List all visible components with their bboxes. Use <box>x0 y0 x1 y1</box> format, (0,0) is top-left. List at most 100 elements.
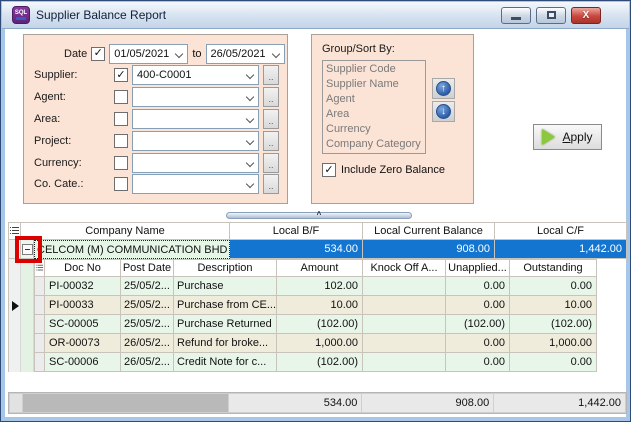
description-cell[interactable]: Purchase <box>174 277 277 296</box>
detail-row[interactable]: SC-00006 26/05/2... Credit Note for c...… <box>34 353 597 372</box>
project-browse-button[interactable]: .. <box>263 131 279 151</box>
panel-splitter[interactable]: ^ <box>226 212 412 219</box>
date-checkbox[interactable]: ✓ <box>91 47 105 61</box>
unapplied-cell[interactable]: 0.00 <box>446 334 510 353</box>
supplier-browse-button[interactable]: .. <box>263 65 279 85</box>
local-bf-cell[interactable]: 534.00 <box>230 240 363 259</box>
outstanding-cell[interactable]: 1,000.00 <box>510 334 597 353</box>
currency-browse-button[interactable]: .. <box>263 153 279 173</box>
detail-row[interactable]: SC-00005 25/05/2... Purchase Returned (1… <box>34 315 597 334</box>
amount-cell[interactable]: 102.00 <box>277 277 363 296</box>
currency-combobox[interactable] <box>132 153 259 173</box>
doc-no-cell[interactable]: PI-00033 <box>45 296 121 315</box>
description-cell[interactable]: Refund for broke... <box>174 334 277 353</box>
knock-off-cell[interactable] <box>363 334 446 353</box>
amount-cell[interactable]: 1,000.00 <box>277 334 363 353</box>
filter-box: Date ✓ 01/05/2021 to 26/05/2021 Supplier… <box>23 34 288 204</box>
chevron-down-icon <box>246 137 254 145</box>
unapplied-cell[interactable]: 0.00 <box>446 277 510 296</box>
chevron-down-icon <box>175 49 183 57</box>
description-cell[interactable]: Credit Note for c... <box>174 353 277 372</box>
local-cf-cell[interactable]: 1,442.00 <box>495 240 627 259</box>
include-zero-balance-checkbox[interactable]: ✓ <box>322 163 336 177</box>
company-name-cell[interactable]: CELCOM (M) COMMUNICATION BHD <box>34 240 230 259</box>
detail-row[interactable]: PI-00032 25/05/2... Purchase 102.00 0.00… <box>34 277 597 296</box>
agent-combobox[interactable] <box>132 87 259 107</box>
outstanding-cell[interactable]: 0.00 <box>510 353 597 372</box>
restore-button[interactable] <box>536 7 566 24</box>
chevron-down-icon <box>246 115 254 123</box>
knock-off-cell[interactable] <box>363 296 446 315</box>
area-combobox[interactable] <box>132 109 259 129</box>
currency-checkbox[interactable] <box>114 156 128 170</box>
description-cell[interactable]: Purchase from CE... <box>174 296 277 315</box>
company-category-checkbox[interactable] <box>114 177 128 191</box>
group-sort-item[interactable]: Agent <box>326 92 422 107</box>
supplier-checkbox[interactable]: ✓ <box>114 68 128 82</box>
outstanding-cell[interactable]: 0.00 <box>510 277 597 296</box>
amount-cell[interactable]: (102.00) <box>277 315 363 334</box>
column-header-amount[interactable]: Amount <box>277 259 363 277</box>
supplier-combobox[interactable]: 400-C0001 <box>132 65 259 85</box>
minimize-button[interactable] <box>501 7 531 24</box>
post-date-cell[interactable]: 25/05/2... <box>121 277 174 296</box>
column-header-local-current-balance[interactable]: Local Current Balance <box>363 222 495 240</box>
move-down-button[interactable]: ↓ <box>432 101 455 122</box>
amount-cell[interactable]: 10.00 <box>277 296 363 315</box>
group-sort-item[interactable]: Area <box>326 107 422 122</box>
column-header-description[interactable]: Description <box>174 259 277 277</box>
company-category-browse-button[interactable]: .. <box>263 174 279 194</box>
project-checkbox[interactable] <box>114 134 128 148</box>
doc-no-cell[interactable]: PI-00032 <box>45 277 121 296</box>
project-label: Project: <box>34 135 110 147</box>
unapplied-cell[interactable]: (102.00) <box>446 315 510 334</box>
move-up-button[interactable]: ↑ <box>432 78 455 99</box>
area-browse-button[interactable]: .. <box>263 109 279 129</box>
footer-local-bf-total: 534.00 <box>229 394 362 412</box>
chevron-down-icon <box>246 180 254 188</box>
column-header-unapplied[interactable]: Unapplied... <box>446 259 510 277</box>
master-grid-row[interactable]: CELCOM (M) COMMUNICATION BHD 534.00 908.… <box>8 240 627 259</box>
outstanding-cell[interactable]: (102.00) <box>510 315 597 334</box>
column-header-outstanding[interactable]: Outstanding <box>510 259 597 277</box>
date-from-combobox[interactable]: 01/05/2021 <box>109 44 188 64</box>
date-to-combobox[interactable]: 26/05/2021 <box>206 44 285 64</box>
unapplied-cell[interactable]: 0.00 <box>446 296 510 315</box>
post-date-cell[interactable]: 25/05/2... <box>121 296 174 315</box>
group-sort-listbox[interactable]: Supplier Code Supplier Name Agent Area C… <box>322 60 426 154</box>
group-sort-item[interactable]: Company Category <box>326 137 422 152</box>
local-current-balance-cell[interactable]: 908.00 <box>363 240 495 259</box>
project-combobox[interactable] <box>132 131 259 151</box>
apply-button[interactable]: Apply <box>533 124 602 150</box>
column-header-knock-off[interactable]: Knock Off A... <box>363 259 446 277</box>
doc-no-cell[interactable]: OR-00073 <box>45 334 121 353</box>
post-date-cell[interactable]: 26/05/2... <box>121 353 174 372</box>
doc-no-cell[interactable]: SC-00006 <box>45 353 121 372</box>
knock-off-cell[interactable] <box>363 353 446 372</box>
column-header-local-cf[interactable]: Local C/F <box>495 222 627 240</box>
amount-cell[interactable]: (102.00) <box>277 353 363 372</box>
column-header-local-bf[interactable]: Local B/F <box>230 222 363 240</box>
knock-off-cell[interactable] <box>363 277 446 296</box>
unapplied-cell[interactable]: 0.00 <box>446 353 510 372</box>
agent-browse-button[interactable]: .. <box>263 87 279 107</box>
knock-off-cell[interactable] <box>363 315 446 334</box>
group-sort-item[interactable]: Supplier Name <box>326 77 422 92</box>
description-cell[interactable]: Purchase Returned <box>174 315 277 334</box>
group-sort-item[interactable]: Currency <box>326 122 422 137</box>
detail-row[interactable]: PI-00033 25/05/2... Purchase from CE... … <box>34 296 597 315</box>
currency-filter-row: Currency: .. <box>34 152 279 173</box>
doc-no-cell[interactable]: SC-00005 <box>45 315 121 334</box>
column-header-company-name[interactable]: Company Name <box>21 222 230 240</box>
close-button[interactable]: X <box>571 7 601 24</box>
area-checkbox[interactable] <box>114 112 128 126</box>
detail-row[interactable]: OR-00073 26/05/2... Refund for broke... … <box>34 334 597 353</box>
column-header-post-date[interactable]: Post Date <box>121 259 174 277</box>
post-date-cell[interactable]: 25/05/2... <box>121 315 174 334</box>
outstanding-cell[interactable]: 10.00 <box>510 296 597 315</box>
column-header-doc-no[interactable]: Doc No <box>45 259 121 277</box>
post-date-cell[interactable]: 26/05/2... <box>121 334 174 353</box>
group-sort-item[interactable]: Supplier Code <box>326 62 422 77</box>
company-category-combobox[interactable] <box>132 174 259 194</box>
agent-checkbox[interactable] <box>114 90 128 104</box>
